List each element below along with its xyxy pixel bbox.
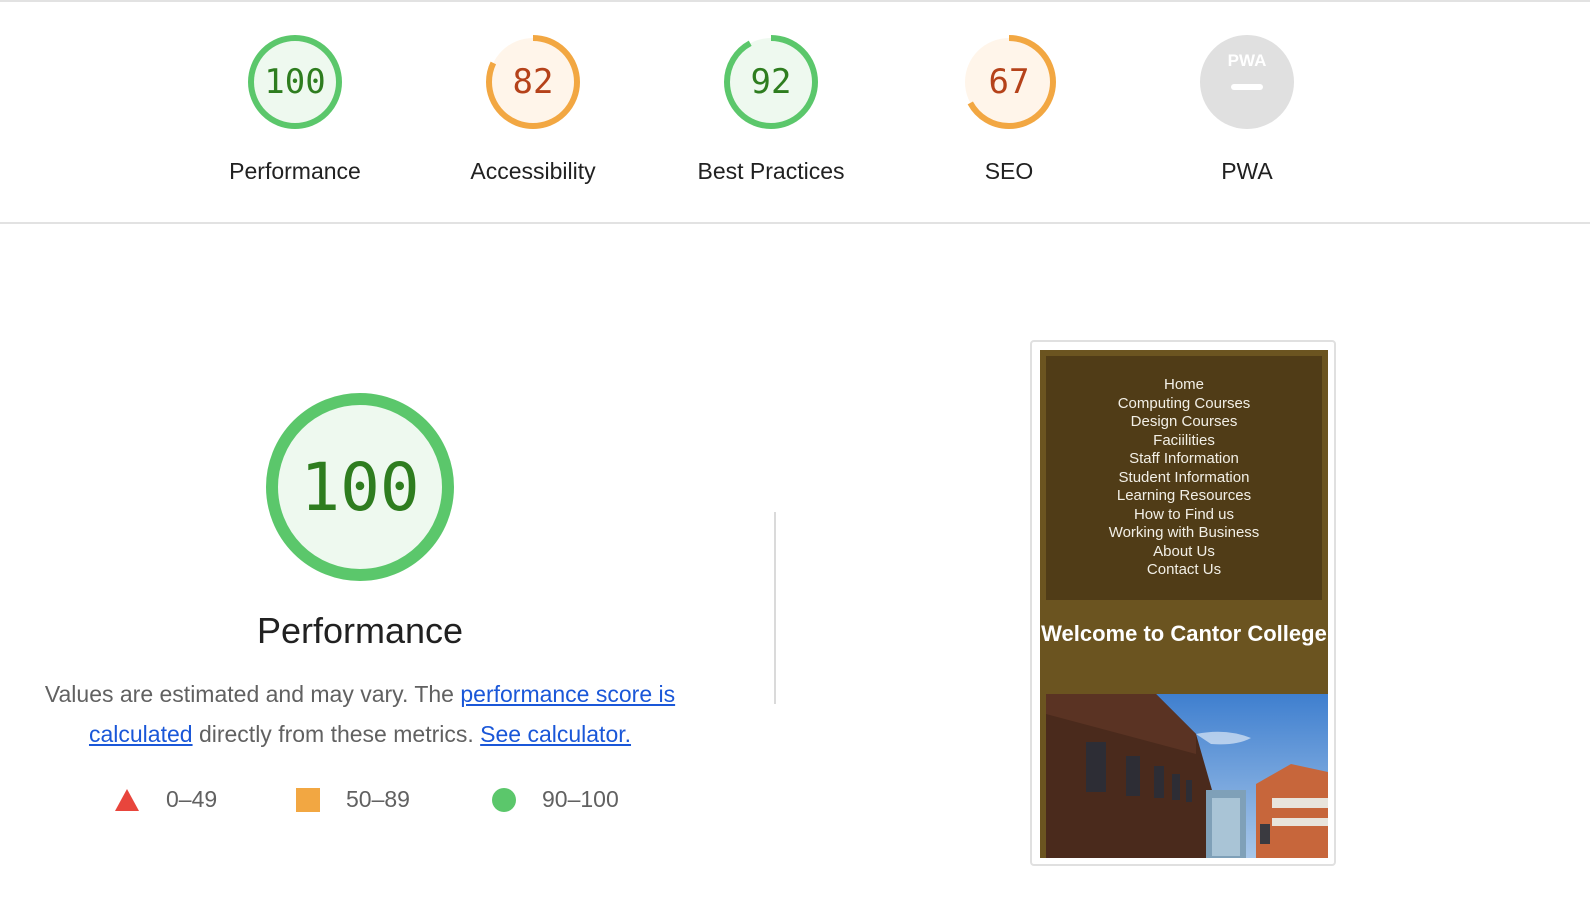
nav-item: Learning Resources (1116, 487, 1252, 504)
gauge-label: PWA (1221, 158, 1273, 184)
performance-title: Performance (256, 610, 464, 651)
building-image (1046, 694, 1328, 858)
screenshot-page: Home Computing Courses Design Courses Fa… (1040, 350, 1328, 858)
gauge-score: 67 (989, 62, 1030, 102)
nav-item: Home (1163, 376, 1204, 393)
pwa-badge-text: PWA (1228, 51, 1267, 70)
gauge-fill (1200, 35, 1294, 129)
gauge-seo[interactable]: 67 SEO (889, 32, 1129, 185)
gauge-score: 82 (513, 62, 554, 102)
square-icon (296, 787, 320, 812)
description-text: Values are estimated and may vary. The (44, 681, 461, 707)
gauge-label: Performance (229, 158, 361, 184)
nav-item: Computing Courses (1117, 394, 1251, 412)
nav-item: Faciilities (1153, 431, 1215, 449)
screenshot-nav: Home Computing Courses Design Courses Fa… (1046, 356, 1322, 600)
legend-pass: 90–100 (492, 786, 619, 813)
gauge-score: 92 (751, 62, 792, 102)
legend-range: 50–89 (346, 786, 410, 812)
big-gauge-score: 100 (300, 449, 419, 526)
circle-icon (492, 787, 516, 812)
gauge-score: 100 (264, 62, 325, 102)
gauge-label: Accessibility (470, 158, 596, 184)
gauge-accessibility[interactable]: 82 Accessibility (413, 32, 653, 185)
nav-item: About Us (1153, 542, 1215, 560)
description-text: directly from these metrics. (192, 721, 481, 747)
category-summary: 100 Performance 82 Accessibility 92 Best… (0, 2, 1590, 224)
performance-description: Values are estimated and may vary. The p… (10, 674, 710, 754)
nav-item: Student Information (1118, 468, 1250, 486)
triangle-icon (115, 788, 139, 811)
see-calculator-link[interactable]: See calculator. (480, 721, 631, 747)
legend-range: 90–100 (542, 786, 619, 812)
gauge-ring-best-practices: 92 (724, 35, 818, 129)
score-legend: 0–49 50–89 90–100 (0, 786, 720, 822)
performance-section: 100 Performance Values are estimated and… (0, 390, 720, 754)
legend-average: 50–89 (296, 786, 410, 813)
section-divider (774, 512, 776, 704)
legend-fail: 0–49 (114, 786, 217, 813)
gauge-ring-accessibility: 82 (486, 35, 580, 129)
nav-item: Contact Us (1146, 561, 1222, 578)
nav-item: Staff Information (1129, 450, 1239, 467)
nav-item: Design Courses (1130, 413, 1238, 430)
legend-range: 0–49 (166, 786, 218, 812)
gauge-ring-performance: 100 (248, 35, 342, 129)
gauge-ring-seo: 67 (962, 35, 1056, 129)
performance-big-gauge: 100 (266, 393, 454, 581)
pwa-dash-icon (1231, 84, 1263, 90)
page-screenshot-thumbnail[interactable]: Home Computing Courses Design Courses Fa… (1030, 340, 1336, 866)
gauge-pwa[interactable]: PWA PWA (1127, 32, 1367, 185)
screenshot-heading: Welcome to Cantor College (1041, 621, 1327, 646)
nav-item: Working with Business (1108, 524, 1260, 541)
gauge-label: Best Practices (697, 158, 845, 184)
building-photo (1046, 694, 1328, 858)
gauge-performance[interactable]: 100 Performance (175, 32, 415, 185)
gauge-best-practices[interactable]: 92 Best Practices (651, 32, 891, 185)
pwa-badge-icon: PWA (1200, 35, 1294, 129)
gauge-label: SEO (984, 158, 1034, 184)
nav-item: How to Find us (1133, 505, 1235, 523)
